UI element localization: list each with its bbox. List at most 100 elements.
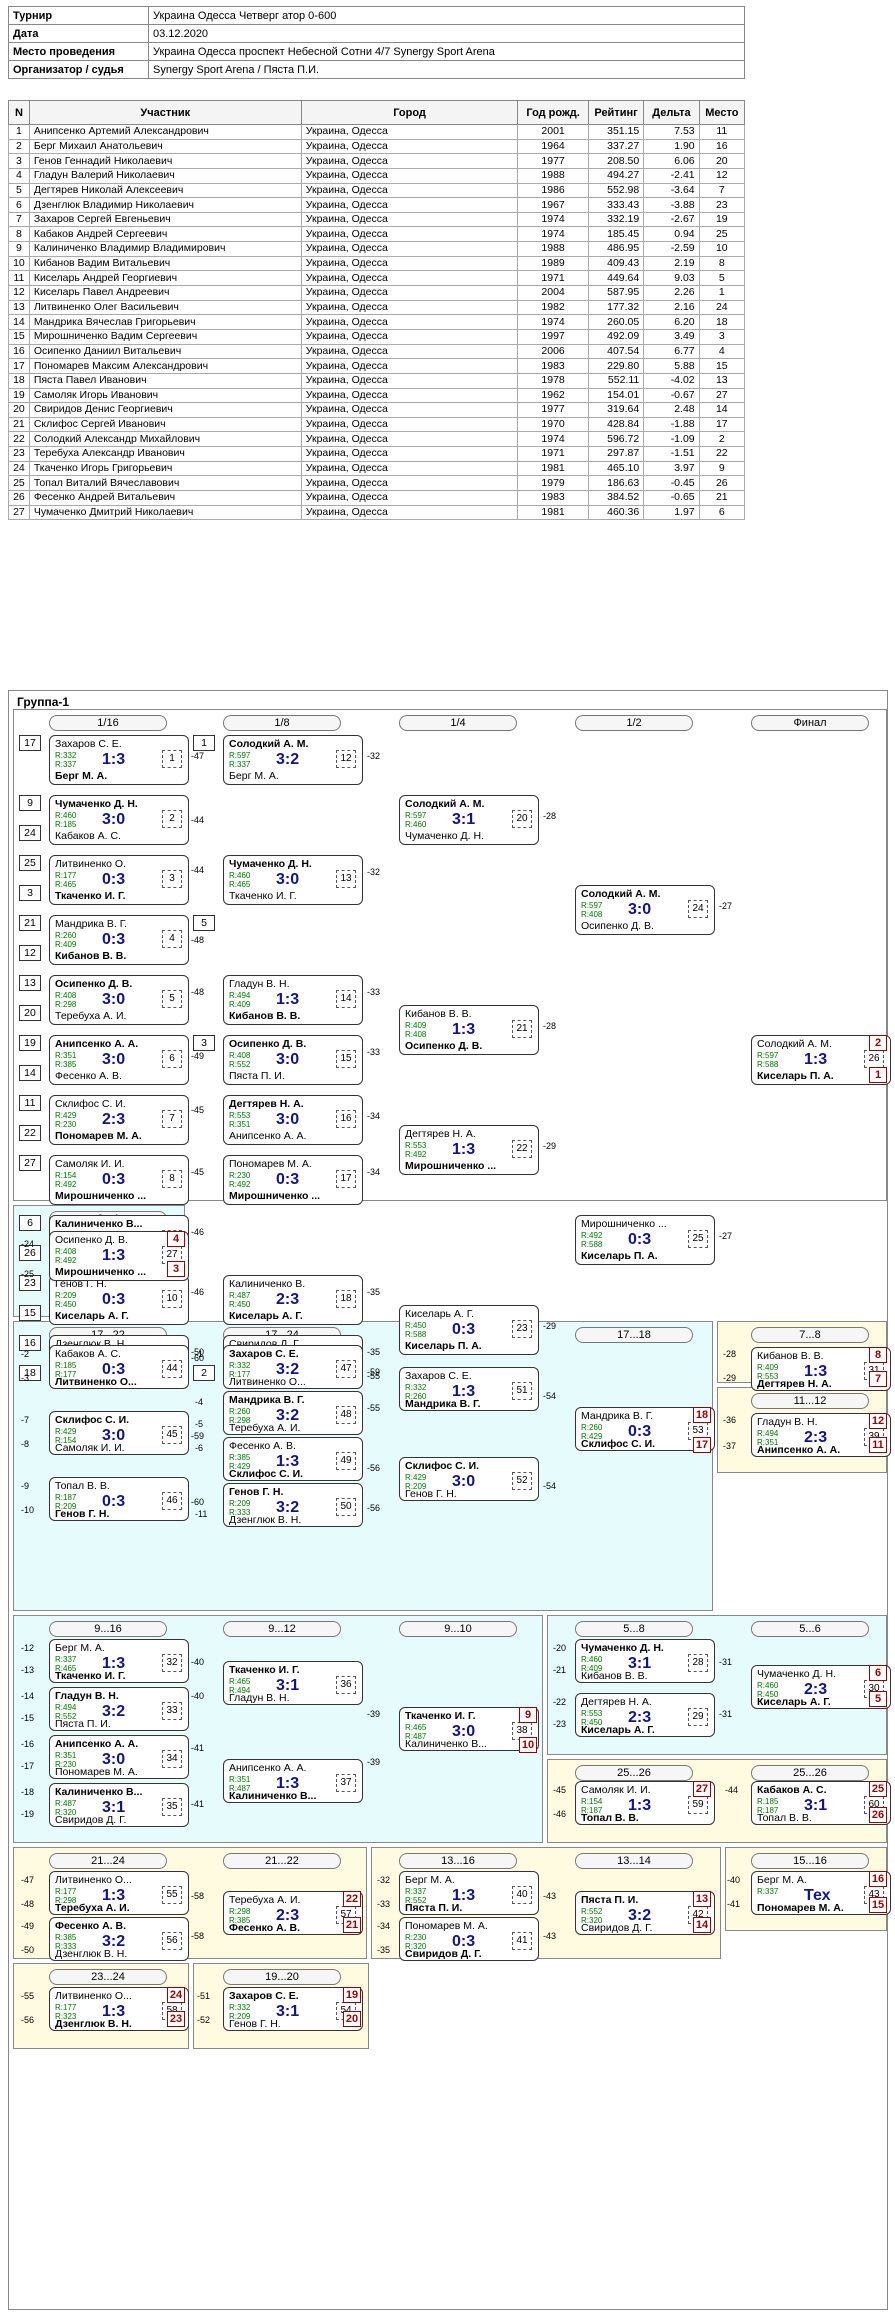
table-cell: 10 — [698, 241, 746, 257]
table-cell: 23 — [8, 446, 30, 462]
table-cell: 21 — [698, 490, 746, 506]
match-score: 3:1 — [452, 811, 476, 828]
bracket-section-label: 13...16 — [399, 1853, 517, 1869]
table-cell: Осипенко Даниил Витальевич — [28, 343, 302, 360]
final-place-badge: 3 — [167, 1261, 185, 1277]
table-cell: Украина, Одесса — [300, 211, 519, 228]
table-cell: 5.88 — [643, 358, 700, 374]
table-cell: 14 — [698, 402, 746, 418]
table-cell: Свиридов Денис Георгиевич — [28, 402, 302, 418]
table-cell: Украина, Одесса — [300, 241, 519, 257]
final-place-badge: 20 — [343, 2011, 361, 2027]
table-cell: 596.72 — [587, 431, 645, 448]
match-box: Чумаченко Д. Н. R:460 R:185 3:0 2 Кабаков А. … — [49, 795, 189, 845]
loser-reference: -2 — [21, 1349, 30, 1359]
final-place-badge: 21 — [343, 1917, 361, 1933]
table-cell: 1997 — [517, 328, 589, 345]
table-row: 1 Анипсенко Артемий Александрович Украина,… — [8, 124, 746, 140]
match-number: 32 — [162, 1654, 182, 1672]
table-row: 2 Берг Михаил Анатольевич Украина, Одесса 1… — [8, 138, 746, 155]
table-cell: Мирошниченко Вадим Сергеевич — [28, 328, 302, 345]
loser-reference: -46 — [191, 1227, 205, 1237]
table-cell: 409.43 — [587, 255, 645, 272]
seed-number: 5 — [193, 915, 215, 931]
player-2-rating: R:351 — [229, 1120, 251, 1129]
table-cell: 2.19 — [643, 255, 700, 272]
table-cell: -2.41 — [643, 167, 700, 184]
player-1-rating: R:298 — [229, 1907, 251, 1916]
player-1-rating: R:408 — [229, 1051, 251, 1060]
table-cell: Украина, Одесса — [300, 285, 519, 301]
seed-number: 1 — [193, 735, 215, 751]
table-cell: 3.97 — [643, 460, 700, 477]
player-1-rating: R:597 — [229, 751, 251, 760]
final-place-badge: 18 — [693, 1407, 711, 1423]
table-cell: 552.98 — [587, 182, 645, 199]
player-2-name: Пяста П. И. — [229, 1070, 285, 1082]
match-box: Чумаченко Д. Н. R:460 R:409 3:1 28 Кибанов В.… — [575, 1639, 715, 1683]
player-1-rating: R:465 — [229, 1677, 251, 1686]
match-number: 3 — [162, 870, 182, 888]
loser-reference: -5 — [195, 1419, 204, 1429]
match-box: Гладун В. Н. R:494 R:409 1:3 14 Кибанов В. В. — [223, 975, 363, 1025]
match-number: 25 — [688, 1230, 708, 1248]
table-cell: 319.64 — [587, 402, 645, 418]
loser-reference: -23 — [553, 1719, 567, 1729]
table-cell: 1989 — [517, 255, 589, 272]
loser-reference: -40 — [191, 1691, 205, 1701]
match-box: Склифос С. И. R:429 R:154 3:0 45 Самоляк И. И… — [49, 1411, 189, 1455]
match-number: 37 — [336, 1774, 356, 1792]
player-2-name: Киселарь А. Г. — [581, 1724, 655, 1736]
table-cell: 14 — [8, 314, 30, 330]
player-2-name: Теребуха А. И. — [55, 1010, 127, 1022]
table-cell: Украина, Одесса — [300, 226, 519, 243]
player-1-rating: R:494 — [757, 1429, 779, 1438]
loser-reference: -31 — [719, 1709, 733, 1719]
player-1-name: Кибанов В. В. — [405, 1008, 472, 1020]
player-1-rating: R:553 — [581, 1709, 603, 1718]
player-2-name: Свиридов Д. Г. — [55, 1814, 127, 1826]
loser-reference: -49 — [21, 1921, 35, 1931]
player-1-name: Мандрика В. Г. — [55, 918, 128, 930]
match-number: 4 — [162, 930, 182, 948]
player-1-rating: R:429 — [405, 1473, 427, 1482]
loser-reference: -29 — [543, 1141, 557, 1151]
table-cell: 384.52 — [587, 490, 645, 506]
player-1-name: Ткаченко И. Г. — [405, 1710, 476, 1722]
player-1-name: Осипенко Д. В. — [55, 1234, 128, 1246]
table-cell: Чумаченко Дмитрий Николаевич — [28, 504, 302, 521]
loser-reference: -32 — [367, 867, 381, 877]
player-2-name: Киселарь П. А. — [581, 1250, 658, 1262]
match-number: 50 — [336, 1498, 356, 1516]
table-cell: 1983 — [517, 358, 589, 374]
player-1-rating: R:409 — [757, 1363, 779, 1372]
loser-reference: -44 — [725, 1785, 739, 1795]
table-cell: -3.88 — [643, 197, 700, 213]
table-cell: 260.05 — [587, 314, 645, 330]
bracket-section-label: 5...6 — [751, 1621, 869, 1637]
player-1-rating: R:409 — [405, 1021, 427, 1030]
table-cell: 337.27 — [587, 138, 645, 155]
table-cell: Мандрика Вячеслав Григорьевич — [28, 314, 302, 330]
venue-label: Место проведения — [8, 42, 149, 61]
table-cell: Ткаченко Игорь Григорьевич — [28, 460, 302, 477]
player-2-name: Топал В. В. — [757, 1812, 812, 1824]
player-1-rating: R:337 — [757, 1887, 779, 1896]
player-1-name: Гладун В. Н. — [757, 1416, 818, 1428]
player-2-rating: R:185 — [55, 820, 77, 829]
loser-reference: -28 — [543, 811, 557, 821]
player-2-name: Пономарев М. А. — [55, 1130, 142, 1142]
table-cell: Захаров Сергей Евгеньевич — [28, 211, 302, 228]
player-1-name: Фесенко А. В. — [229, 1440, 296, 1452]
col-place: Место — [698, 100, 746, 125]
player-2-name: Свиридов Д. Г. — [405, 1948, 482, 1960]
loser-reference: -18 — [21, 1787, 35, 1797]
venue-value: Украина Одесса проспект Небесной Сотни 4… — [148, 42, 745, 61]
seed-number: 22 — [19, 1125, 41, 1141]
loser-reference: -58 — [191, 1891, 205, 1901]
table-cell: 1982 — [517, 299, 589, 316]
match-box: Калиниченко В. R:487 R:450 2:3 18 Киселарь А.… — [223, 1275, 363, 1325]
player-2-name: Мирошниченко ... — [405, 1160, 497, 1172]
player-2-name: Генов Г. Н. — [229, 2018, 281, 2030]
match-score: 3:0 — [276, 871, 300, 888]
